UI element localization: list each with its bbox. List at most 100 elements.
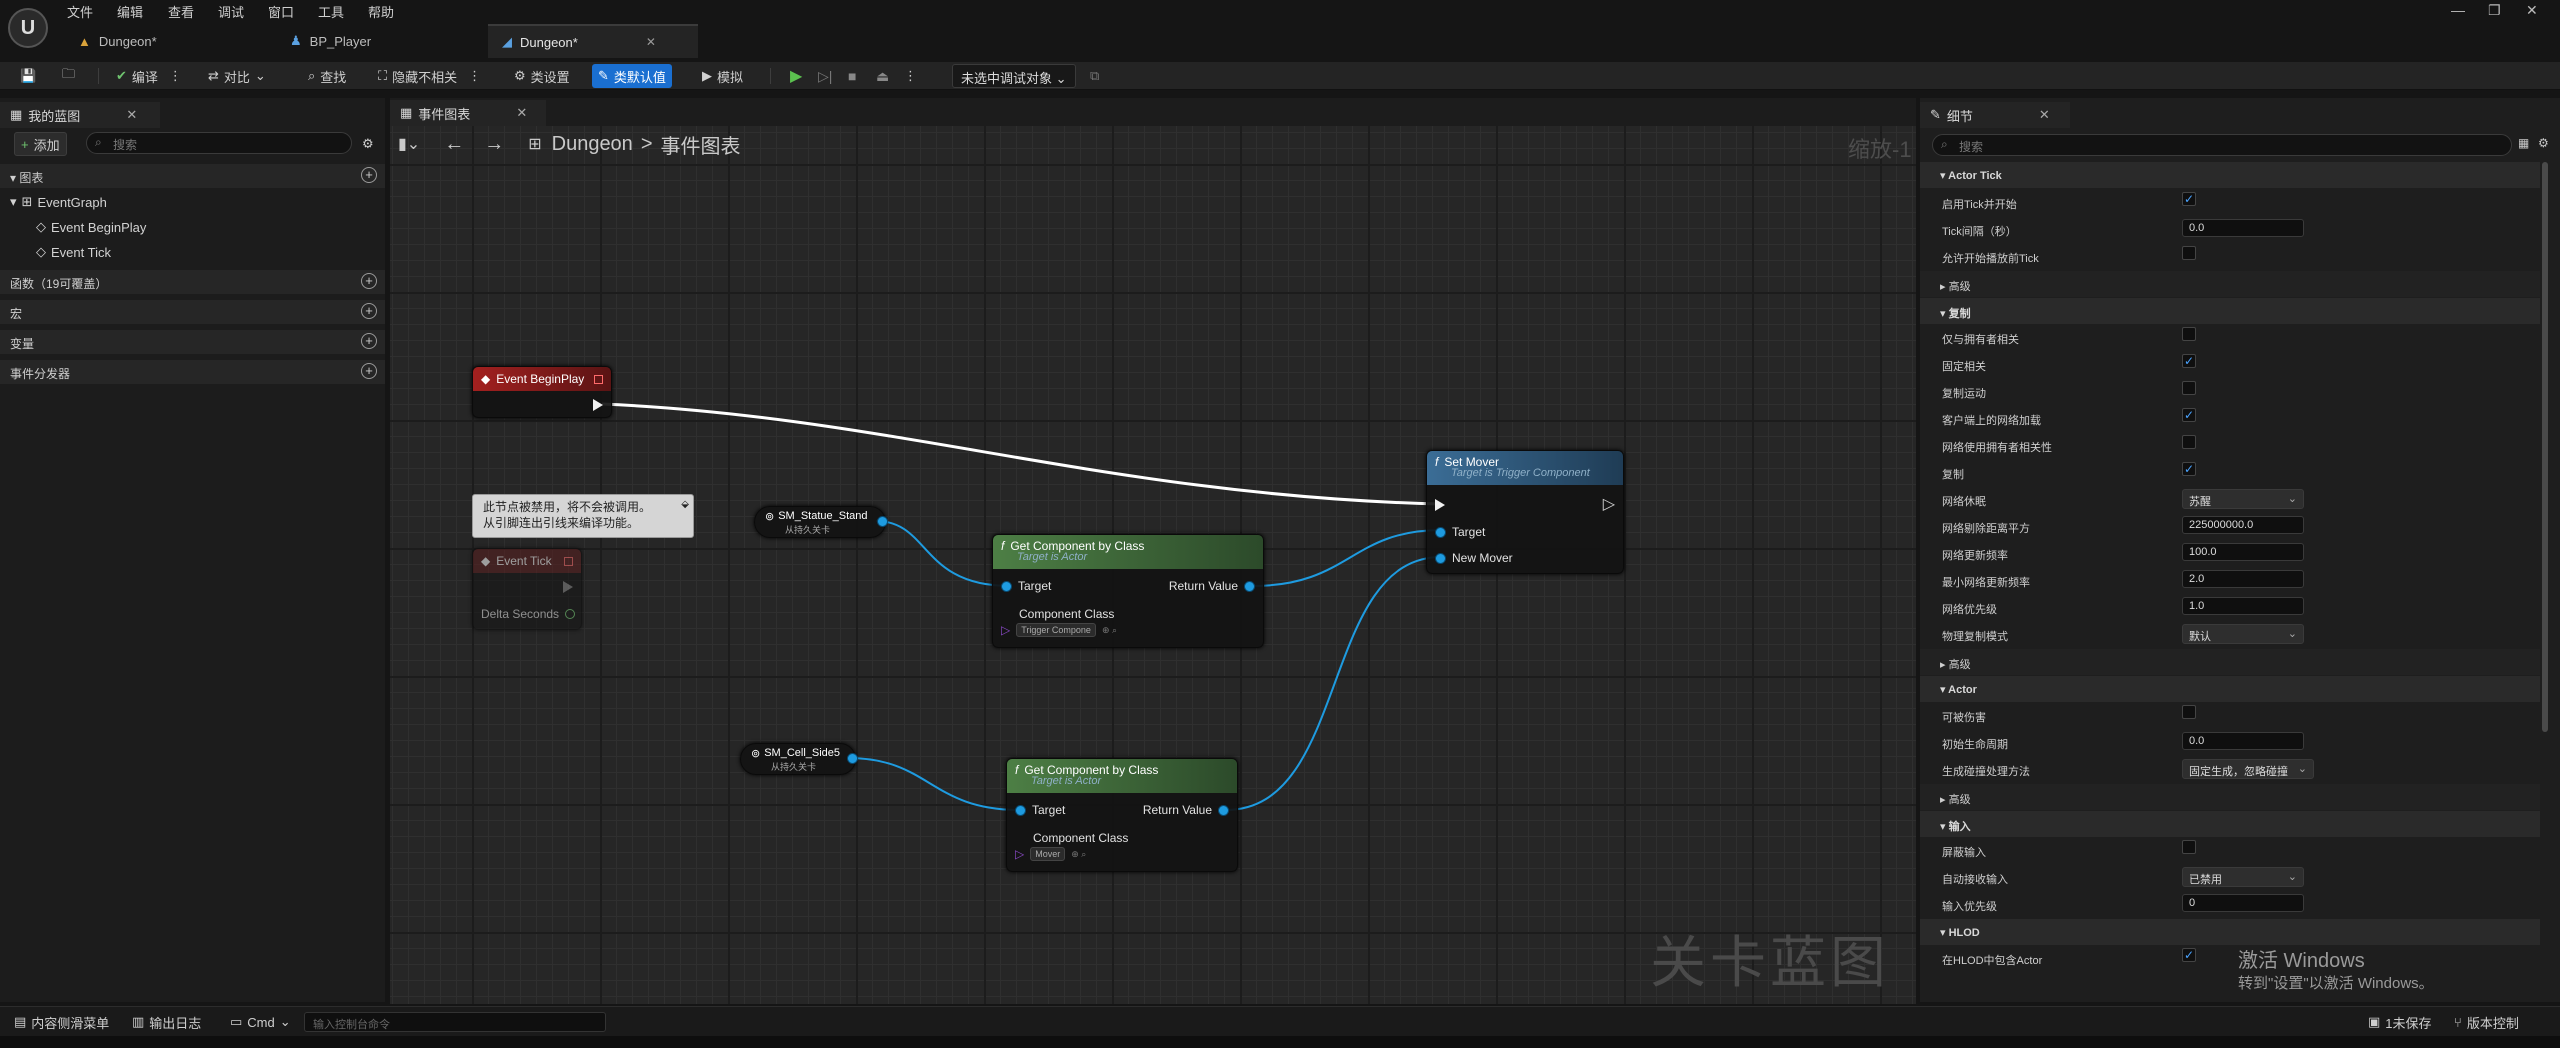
- menu-file[interactable]: 文件: [67, 2, 93, 21]
- component-class-dropdown[interactable]: Mover: [1030, 847, 1066, 861]
- add-macro-icon[interactable]: +: [361, 303, 377, 319]
- tick-interval-field[interactable]: 0.0: [2182, 219, 2304, 237]
- section-event-dispatchers[interactable]: 事件分发器 +: [0, 360, 385, 384]
- debug-object-dropdown[interactable]: 未选中调试对象 ⌄: [952, 64, 1076, 88]
- class-defaults-button[interactable]: ✎ 类默认值: [592, 64, 672, 88]
- more-options-icon[interactable]: ⋮: [898, 64, 923, 88]
- object-pin-icon[interactable]: [1001, 580, 1012, 592]
- tab-my-blueprint[interactable]: ▦ 我的蓝图 ✕: [0, 102, 160, 128]
- object-pin-icon[interactable]: [1244, 580, 1255, 592]
- min-net-update-freq-field[interactable]: 2.0: [2182, 570, 2304, 588]
- tree-item-event-beginplay[interactable]: ◇ Event BeginPlay: [36, 219, 146, 235]
- pin-target[interactable]: Target: [1015, 803, 1065, 817]
- play-icon[interactable]: ▶: [784, 64, 808, 88]
- checkbox-checked[interactable]: ✓: [2182, 354, 2196, 368]
- checkbox-checked[interactable]: ✓: [2182, 948, 2196, 962]
- object-pin-icon[interactable]: [1435, 552, 1446, 564]
- menu-debug[interactable]: 调试: [218, 2, 244, 21]
- exec-out-pin[interactable]: [563, 581, 573, 593]
- menu-window[interactable]: 窗口: [268, 2, 294, 21]
- node-set-mover[interactable]: f Set Mover Target is Trigger Component ▷…: [1426, 450, 1624, 574]
- more-options-icon[interactable]: ⋮: [468, 68, 481, 84]
- browse-button[interactable]: 🗀: [56, 64, 81, 88]
- checkbox-unchecked[interactable]: [2182, 840, 2196, 854]
- restore-icon[interactable]: ❐: [2488, 2, 2501, 19]
- step-icon[interactable]: ▷|: [812, 64, 838, 88]
- pin-component-class[interactable]: ▷ Trigger Compone ⊕ ⌕: [1001, 623, 1117, 637]
- tab-dungeon-blueprint[interactable]: ◢ Dungeon* ✕: [488, 24, 698, 58]
- unsaved-button[interactable]: ▣ 1未保存: [2362, 1010, 2438, 1034]
- tab-dungeon-level[interactable]: ▲ Dungeon*: [64, 24, 171, 58]
- pin-component-class[interactable]: ▷ Mover ⊕ ⌕: [1015, 847, 1086, 861]
- add-button[interactable]: + 添加: [14, 132, 67, 156]
- node-get-component-by-class-2[interactable]: f Get Component by Class Target is Actor …: [1006, 758, 1238, 872]
- console-command-input[interactable]: 输入控制台命令: [304, 1012, 606, 1032]
- close-window-icon[interactable]: ✕: [2526, 2, 2538, 19]
- class-settings-button[interactable]: ⚙ 类设置: [508, 64, 576, 88]
- add-function-icon[interactable]: +: [361, 273, 377, 289]
- close-icon[interactable]: ✕: [646, 35, 656, 49]
- section-functions[interactable]: 函数（19可覆盖） +: [0, 270, 385, 294]
- object-pin-icon[interactable]: [1015, 804, 1026, 816]
- category-advanced[interactable]: ▸ 高级: [1920, 271, 2540, 297]
- spawn-collision-select[interactable]: 固定生成，忽略碰撞 ⌄: [2182, 759, 2314, 779]
- category-input[interactable]: ▾ 输入: [1920, 811, 2540, 837]
- class-pin-icon[interactable]: ▷: [1015, 847, 1024, 861]
- checkbox-checked[interactable]: ✓: [2182, 462, 2196, 476]
- object-pin-icon[interactable]: [1218, 804, 1229, 816]
- pin-return-value[interactable]: Return Value: [1169, 579, 1255, 593]
- tab-bp-player[interactable]: ♟ BP_Player: [276, 24, 385, 58]
- save-button[interactable]: 💾: [14, 64, 42, 88]
- find-button[interactable]: ⌕ 查找: [302, 64, 352, 88]
- simulate-button[interactable]: ▶ 模拟: [696, 64, 749, 88]
- blueprint-search-input[interactable]: ⌕ 搜索: [86, 132, 352, 154]
- section-macros[interactable]: 宏 +: [0, 300, 385, 324]
- auto-receive-input-select[interactable]: 已禁用 ⌄: [2182, 867, 2304, 887]
- tab-event-graph[interactable]: ▦ 事件图表 ✕: [390, 100, 546, 126]
- node-event-tick[interactable]: ◆ Event Tick Delta Seconds: [472, 548, 582, 630]
- checkbox-unchecked[interactable]: [2182, 246, 2196, 260]
- stop-icon[interactable]: ■: [842, 64, 862, 88]
- close-icon[interactable]: ✕: [516, 105, 527, 121]
- pin-target[interactable]: Target: [1001, 579, 1051, 593]
- checkbox-unchecked[interactable]: [2182, 705, 2196, 719]
- net-update-freq-field[interactable]: 100.0: [2182, 543, 2304, 561]
- details-scrollbar[interactable]: [2542, 162, 2548, 732]
- input-priority-field[interactable]: 0: [2182, 894, 2304, 912]
- object-pin-icon[interactable]: [1435, 526, 1446, 538]
- menu-edit[interactable]: 编辑: [117, 2, 143, 21]
- checkbox-unchecked[interactable]: [2182, 435, 2196, 449]
- delegate-pin-icon[interactable]: [594, 374, 603, 384]
- pin-new-mover[interactable]: New Mover: [1435, 551, 1513, 565]
- exec-in-pin[interactable]: [1435, 499, 1445, 511]
- browse-icon[interactable]: ⊕ ⌕: [1071, 849, 1086, 860]
- tab-details[interactable]: ✎ 细节 ✕: [1920, 102, 2070, 128]
- pin-delta-seconds[interactable]: Delta Seconds: [481, 607, 576, 621]
- checkbox-unchecked[interactable]: [2182, 381, 2196, 395]
- initial-life-span-field[interactable]: 0.0: [2182, 732, 2304, 750]
- class-pin-icon[interactable]: ▷: [1001, 623, 1010, 637]
- add-graph-icon[interactable]: +: [361, 167, 377, 183]
- object-out-pin[interactable]: [877, 516, 888, 527]
- net-priority-field[interactable]: 1.0: [2182, 597, 2304, 615]
- section-graphs[interactable]: ▾ 图表 +: [0, 164, 385, 188]
- delegate-pin-icon[interactable]: [564, 556, 573, 566]
- net-dormancy-select[interactable]: 苏醒 ⌄: [2182, 489, 2304, 509]
- add-dispatcher-icon[interactable]: +: [361, 363, 377, 379]
- browse-icon[interactable]: ⊕ ⌕: [1102, 625, 1117, 636]
- more-options-icon[interactable]: ⋮: [169, 68, 182, 84]
- minimize-icon[interactable]: —: [2451, 2, 2465, 18]
- pin-icon[interactable]: ⬙: [681, 497, 689, 513]
- category-advanced[interactable]: ▸ 高级: [1920, 649, 2540, 675]
- node-event-beginplay[interactable]: ◆ Event BeginPlay: [472, 366, 612, 418]
- checkbox-checked[interactable]: ✓: [2182, 408, 2196, 422]
- checkbox[interactable]: ✓: [2182, 192, 2196, 206]
- details-search-input[interactable]: ⌕ 搜索: [1932, 134, 2512, 156]
- node-sm-statue-stand[interactable]: ⊚ SM_Statue_Stand 从持久关卡: [754, 506, 888, 538]
- menu-help[interactable]: 帮助: [368, 2, 394, 21]
- grid-view-icon[interactable]: ▦: [2518, 136, 2529, 150]
- event-graph-canvas[interactable]: ▮⌄ ← → ⊞ Dungeon > 事件图表 缩放-1 ◆ Event Beg…: [390, 126, 1916, 1004]
- compile-button[interactable]: ✔ 编译 ⋮: [110, 64, 188, 88]
- source-control-button[interactable]: ⑂ 版本控制: [2448, 1010, 2525, 1034]
- content-drawer-button[interactable]: ▤ 内容侧滑菜单: [8, 1010, 115, 1034]
